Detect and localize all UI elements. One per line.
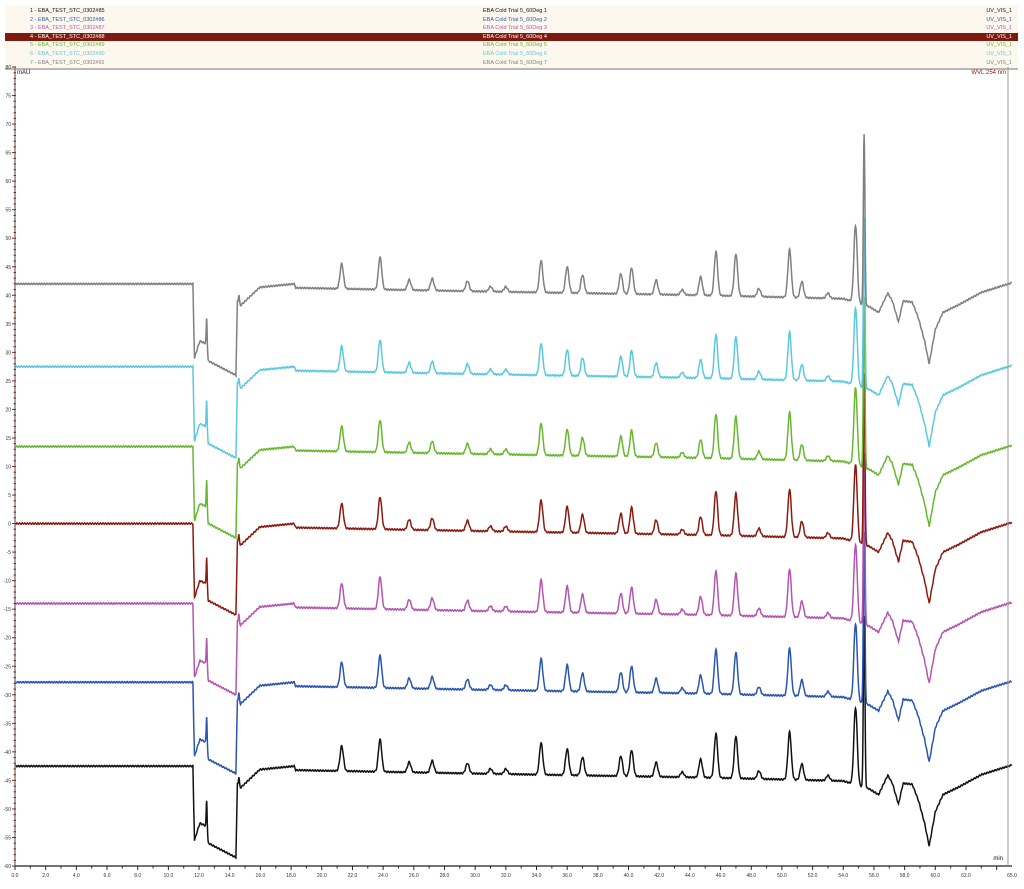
y-tick-label: -30 <box>4 693 11 699</box>
y-axis-unit-label: mAU <box>17 70 30 76</box>
y-tick-label: 60 <box>5 179 11 185</box>
x-tick-label: 38.0 <box>593 873 603 879</box>
x-tick-label: 10.0 <box>164 873 174 879</box>
x-tick-label: 32.0 <box>501 873 511 879</box>
y-tick-label: -45 <box>4 778 11 784</box>
y-tick-label: -20 <box>4 636 11 642</box>
x-tick-label: 2.0 <box>42 873 49 879</box>
y-tick-label: 25 <box>5 379 11 385</box>
x-tick-label: 4.0 <box>73 873 80 879</box>
y-tick-label: 5 <box>8 493 11 499</box>
y-tick-label: 40 <box>5 293 11 299</box>
x-tick-label: 46.0 <box>716 873 726 879</box>
y-tick-label: -25 <box>4 664 11 670</box>
x-tick-label: 42.0 <box>654 873 664 879</box>
x-tick-label: 34.0 <box>532 873 542 879</box>
y-tick-label: 80 <box>5 65 11 71</box>
y-tick-label: -10 <box>4 579 11 585</box>
y-tick-label: -35 <box>4 721 11 727</box>
y-tick-label: -50 <box>4 807 11 813</box>
x-tick-label: 8.0 <box>134 873 141 879</box>
y-tick-label: 10 <box>5 465 11 471</box>
x-tick-label: 65.0 <box>1007 873 1017 879</box>
y-tick-label: -60 <box>4 864 11 870</box>
y-tick-label: -5 <box>7 550 12 556</box>
x-tick-label: 54.0 <box>838 873 848 879</box>
y-tick-label: 20 <box>5 407 11 413</box>
x-tick-label: 48.0 <box>746 873 756 879</box>
x-tick-label: 58.0 <box>900 873 910 879</box>
x-tick-label: 6.0 <box>104 873 111 879</box>
x-tick-label: 12.0 <box>194 873 204 879</box>
x-tick-label: 20.0 <box>317 873 327 879</box>
y-tick-label: 35 <box>5 322 11 328</box>
x-tick-label: 14.0 <box>225 873 235 879</box>
traces-group <box>14 134 1013 860</box>
y-tick-label: -15 <box>4 607 11 613</box>
x-tick-label: 28.0 <box>440 873 450 879</box>
x-tick-label: 30.0 <box>470 873 480 879</box>
x-tick-label: 56.0 <box>869 873 879 879</box>
y-tick-label: 75 <box>5 94 11 100</box>
y-tick-label: 15 <box>5 436 11 442</box>
x-axis-unit-label: min <box>993 856 1003 862</box>
x-tick-label: 24.0 <box>378 873 388 879</box>
x-tick-label: 0.0 <box>12 873 19 879</box>
x-tick-label: 36.0 <box>562 873 572 879</box>
wavelength-label: WVL:254 nm <box>971 70 1006 76</box>
x-tick-label: 52.0 <box>808 873 818 879</box>
y-tick-label: -40 <box>4 750 11 756</box>
x-tick-label: 40.0 <box>624 873 634 879</box>
y-tick-label: 65 <box>5 151 11 157</box>
x-tick-label: 26.0 <box>409 873 419 879</box>
x-tick-label: 50.0 <box>777 873 787 879</box>
y-tick-label: 50 <box>5 236 11 242</box>
y-tick-label: 0 <box>8 522 11 528</box>
chromatogram-overlay-chart: 80757065605550454035302520151050-5-10-15… <box>4 65 1017 879</box>
y-tick-label: 70 <box>5 122 11 128</box>
y-tick-label: -55 <box>4 835 11 841</box>
x-tick-label: 18.0 <box>286 873 296 879</box>
x-tick-label: 62.0 <box>961 873 971 879</box>
y-tick-label: 55 <box>5 208 11 214</box>
y-tick-label: 45 <box>5 265 11 271</box>
x-tick-label: 22.0 <box>348 873 358 879</box>
x-tick-label: 44.0 <box>685 873 695 879</box>
x-tick-label: 16.0 <box>256 873 266 879</box>
y-tick-label: 30 <box>5 350 11 356</box>
x-tick-label: 60.0 <box>930 873 940 879</box>
